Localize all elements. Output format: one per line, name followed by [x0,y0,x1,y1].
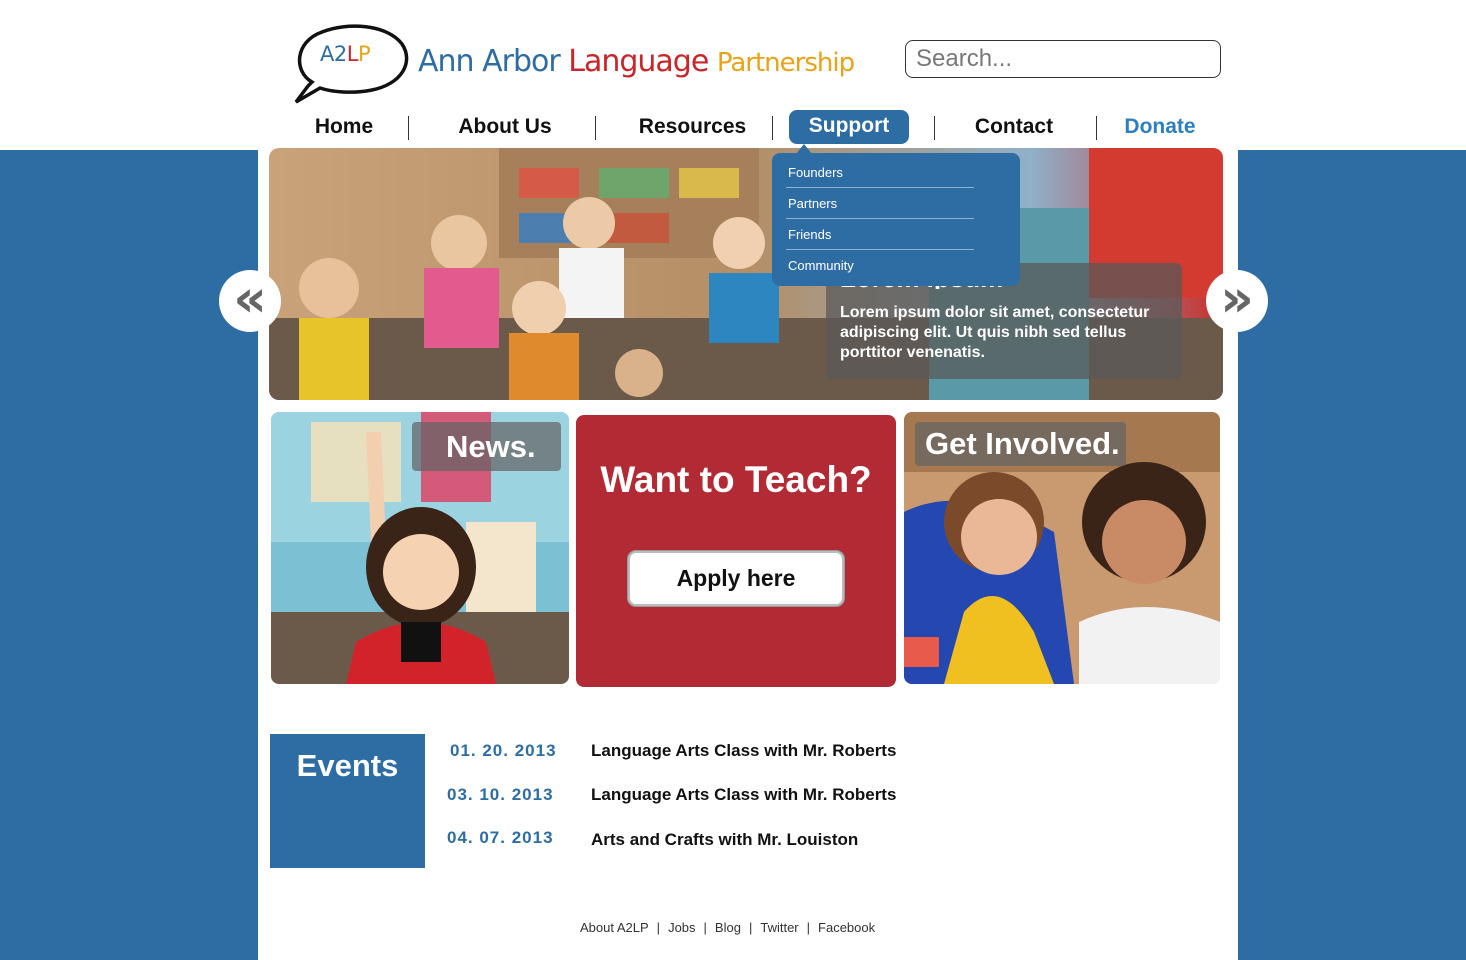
footer-separator: | [703,920,707,935]
dropdown-item-friends[interactable]: Friends [786,219,974,250]
news-tile[interactable]: News. [271,412,569,684]
get-involved-label: Get Involved. [915,422,1126,466]
footer-separator: | [748,920,753,935]
dropdown-item-partners[interactable]: Partners [786,188,974,219]
footer-link-about[interactable]: About A2LP [580,920,649,935]
footer-link-facebook[interactable]: Facebook [818,920,875,935]
nav-donate[interactable]: Donate [1120,112,1200,142]
footer-links: About A2LP | Jobs | Blog | Twitter | Facebook [580,920,875,935]
logo-badge-p: P [357,42,371,66]
prev-slide-button[interactable]: « [219,270,281,332]
footer-separator: | [656,920,661,935]
site-title-word-4: Partnership [716,48,855,78]
event-date: 04. 07. 2013 [447,828,554,847]
logo-badge-l: L [346,42,359,66]
support-dropdown-menu: Founders Partners Friends Community [772,153,1020,286]
nav-resources[interactable]: Resources [630,112,755,142]
site-title-word-1: Ann [418,44,475,79]
dropdown-item-community[interactable]: Community [786,250,974,281]
nav-divider [934,116,935,140]
footer-link-blog[interactable]: Blog [715,920,741,935]
logo-badge-a2: A2 [320,42,347,66]
dropdown-item-founders[interactable]: Founders [786,157,974,188]
right-blue-band [1238,150,1466,960]
event-title-link[interactable]: Language Arts Class with Mr. Roberts [591,741,896,761]
event-date: 01. 20. 2013 [450,741,557,760]
footer-link-jobs[interactable]: Jobs [668,920,695,935]
double-chevron-right-icon: » [1220,269,1254,329]
next-slide-button[interactable]: » [1206,270,1268,332]
want-to-teach-tile: Want to Teach? Apply here [576,415,896,687]
nav-divider [772,116,773,140]
event-title-link[interactable]: Arts and Crafts with Mr. Louiston [591,830,858,850]
want-to-teach-title: Want to Teach? [600,459,872,500]
site-title-word-3: Language [568,44,709,79]
nav-support[interactable]: Support [789,110,909,144]
events-heading: Events [296,748,399,783]
site-title-word-2: Arbor [482,44,561,79]
event-date: 03. 10. 2013 [447,785,554,804]
nav-contact[interactable]: Contact [966,112,1062,142]
double-chevron-left-icon: « [233,269,267,329]
nav-about-us[interactable]: About Us [450,112,560,142]
nav-divider [595,116,596,140]
news-label: News. [412,422,561,471]
hero-caption-body: Lorem ipsum dolor sit amet, consectetur … [840,304,1150,361]
nav-divider [1096,116,1097,140]
event-title-link[interactable]: Language Arts Class with Mr. Roberts [591,785,896,805]
site-title: Ann Arbor Language Partnership [418,44,855,79]
logo-badge: A2LP [320,42,371,66]
footer-link-twitter[interactable]: Twitter [760,920,798,935]
events-heading-box: Events [270,734,425,868]
apply-here-button[interactable]: Apply here [628,551,844,606]
nav-divider [408,116,409,140]
search-input[interactable] [905,40,1221,78]
nav-home[interactable]: Home [304,112,384,142]
footer-separator: | [806,920,811,935]
left-blue-band [0,150,258,960]
get-involved-tile[interactable]: Get Involved. [904,412,1220,684]
